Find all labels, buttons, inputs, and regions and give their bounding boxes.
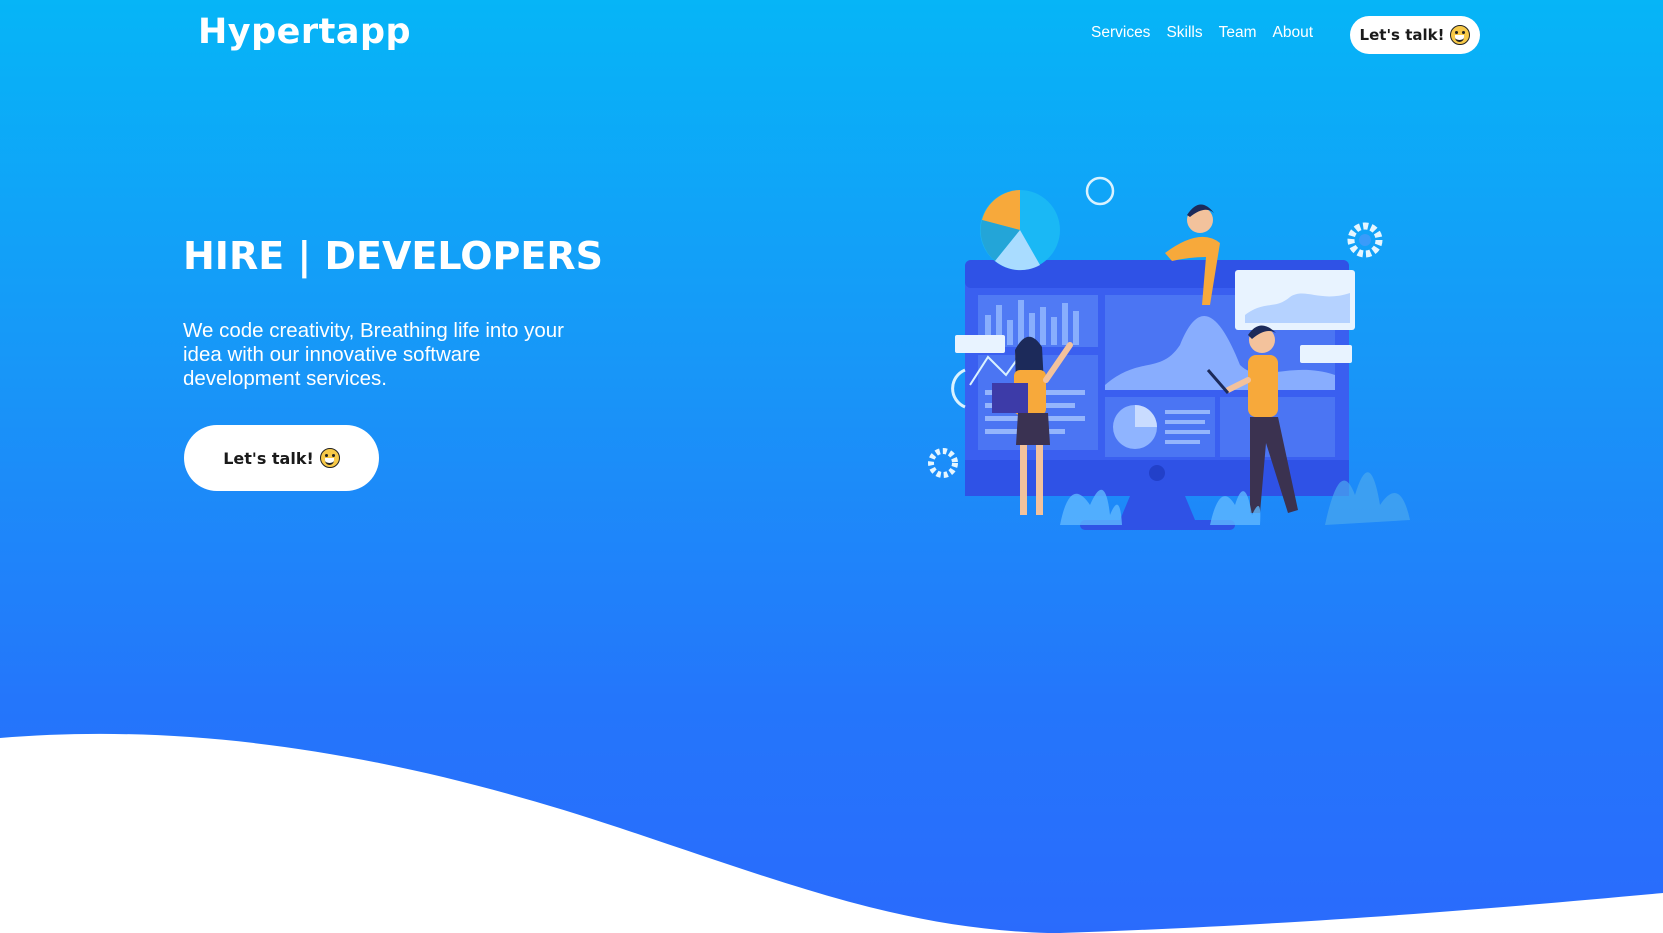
hero-subtext: We code creativity, Breathing life into … [183, 319, 564, 390]
hero-lets-talk-button[interactable]: Let's talk! [184, 425, 379, 491]
grinning-face-icon [319, 448, 340, 468]
header-lets-talk-button[interactable]: Let's talk! [1350, 16, 1480, 54]
nav-link-team[interactable]: Team [1219, 24, 1257, 42]
main-nav: Services Skills Team About [1091, 24, 1313, 42]
nav-link-services[interactable]: Services [1091, 24, 1150, 42]
nav-link-about[interactable]: About [1273, 24, 1314, 42]
nav-link-skills[interactable]: Skills [1166, 24, 1202, 42]
developers-dashboard-illustration [928, 176, 1410, 530]
hero-section: Hypertapp Services Skills Team About Let… [0, 0, 1663, 933]
hero-lets-talk-label: Let's talk! [223, 448, 314, 468]
brand-logo[interactable]: Hypertapp [198, 12, 411, 52]
wave-divider [0, 733, 1663, 933]
header-lets-talk-label: Let's talk! [1359, 26, 1445, 44]
grinning-face-icon [1450, 25, 1471, 45]
hero-headline: HIRE | DEVELOPERS [183, 234, 603, 278]
